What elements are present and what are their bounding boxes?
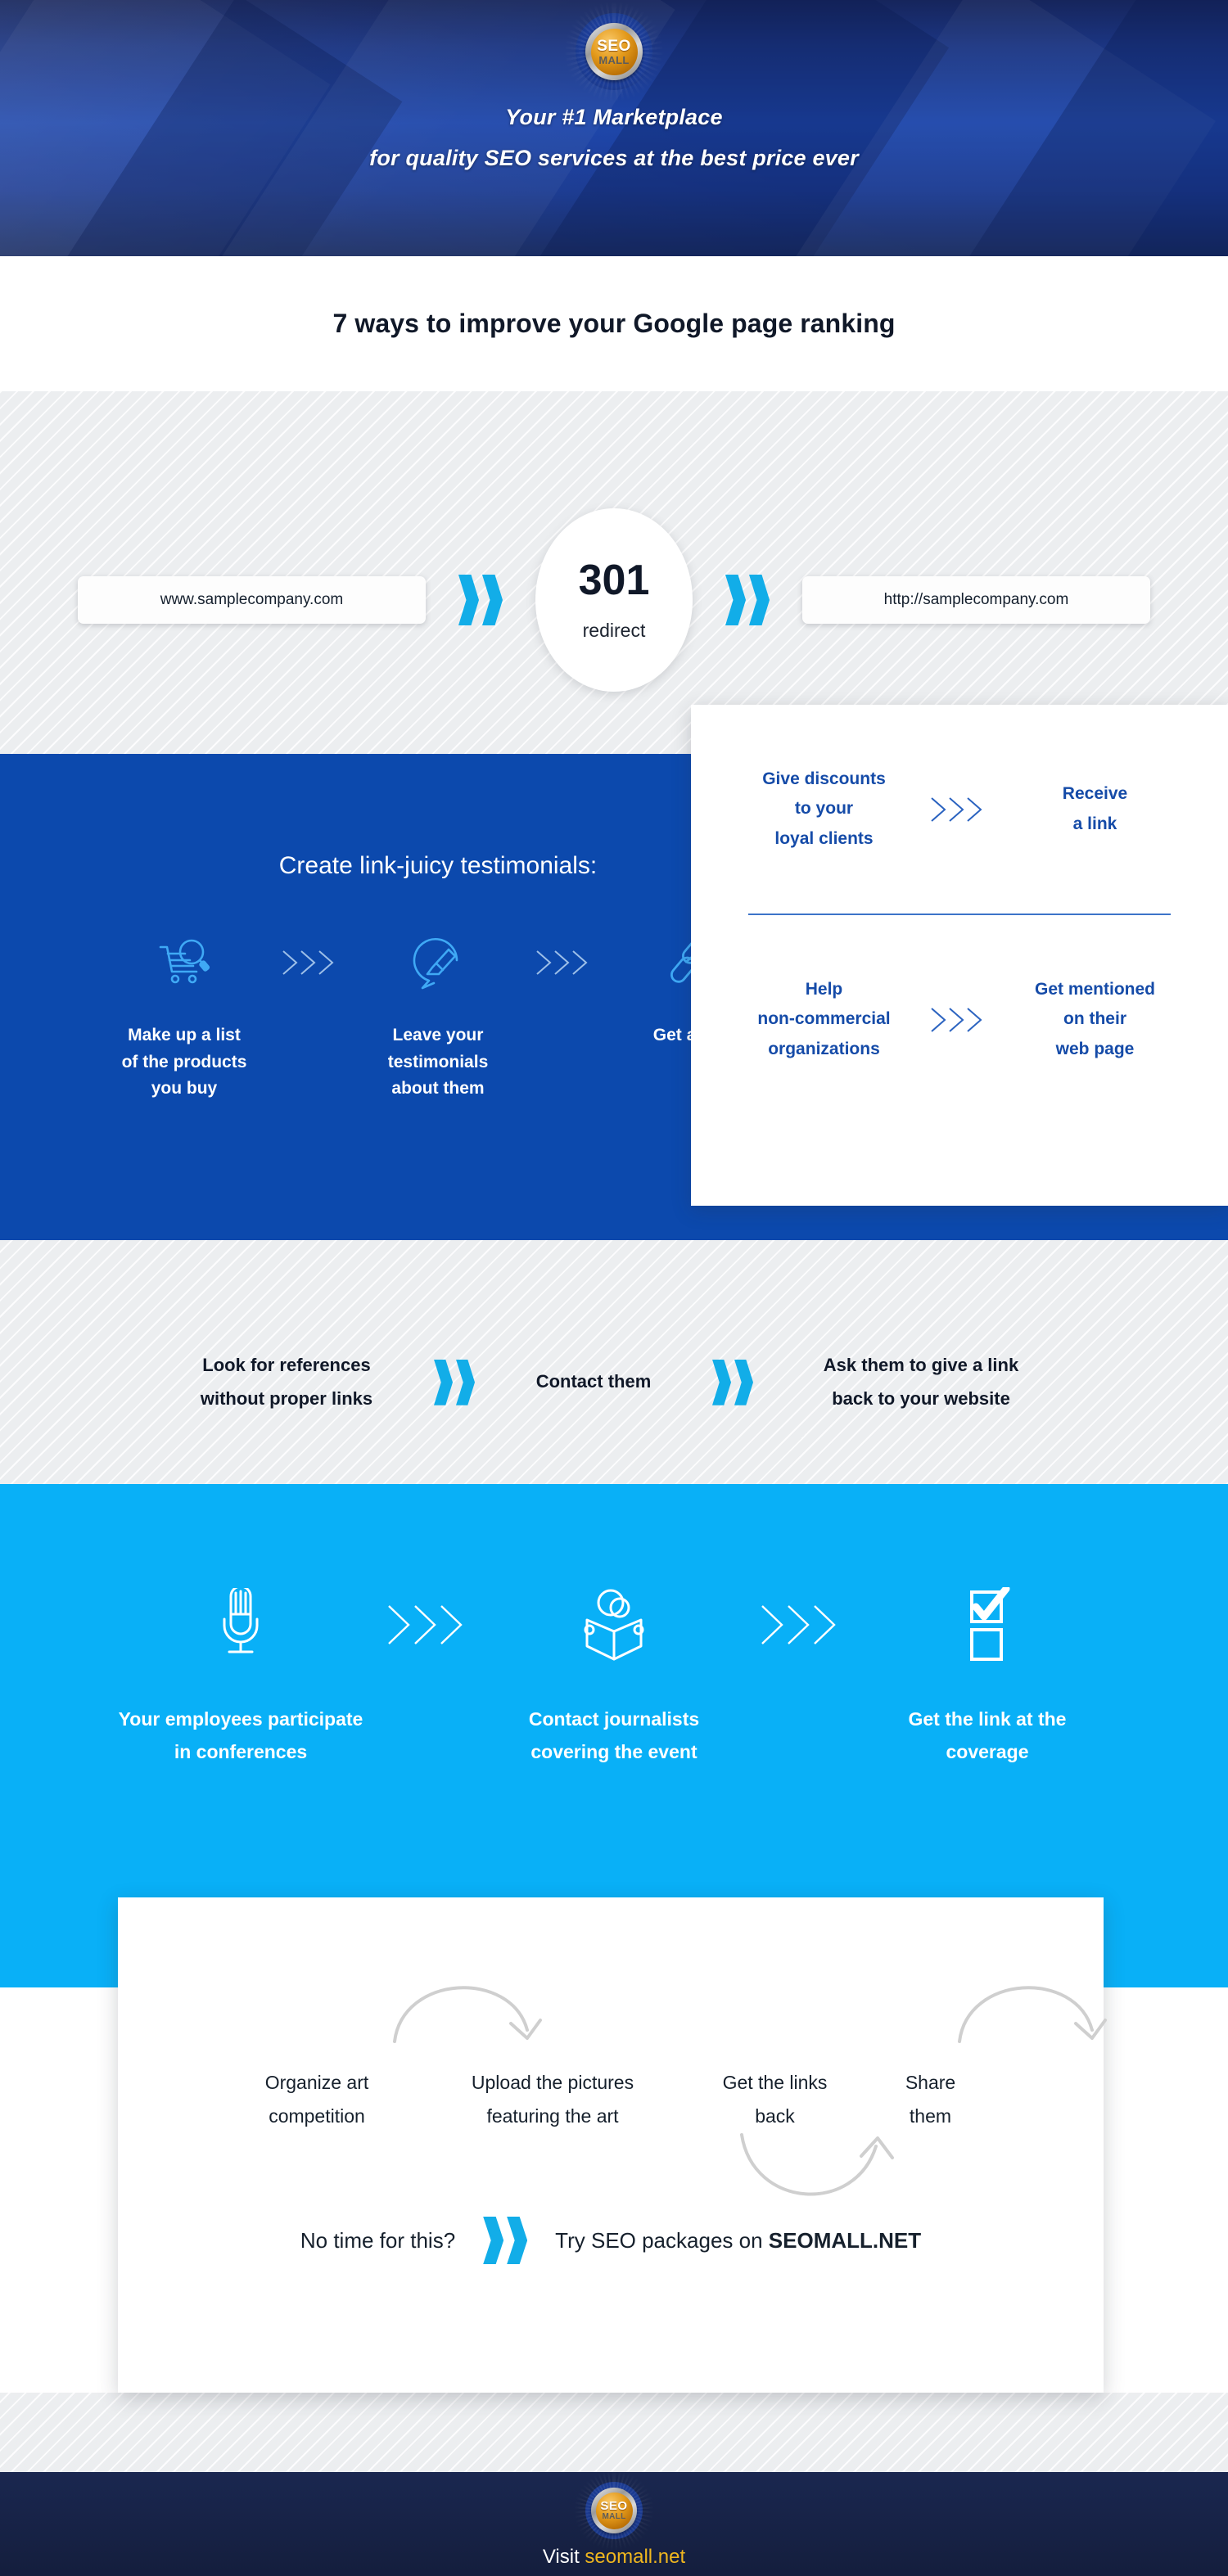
- redirect-flow: www.samplecompany.com 301 redirect http:…: [0, 508, 1228, 692]
- conferences-step-3-label: Get the link at the coverage: [908, 1708, 1067, 1762]
- cart-search-icon: [95, 931, 273, 995]
- references-step-3: Ask them to give a link back to your webs…: [823, 1355, 1019, 1409]
- header-tagline-line2: for quality SEO services at the best pri…: [369, 146, 859, 170]
- discounts-row-1-to: Receive a link: [999, 779, 1191, 838]
- cta-answer-brand: SEOMALL.NET: [768, 2227, 922, 2253]
- redirect-code-badge: 301 redirect: [535, 508, 693, 692]
- art-step-4: Share them: [905, 2072, 956, 2127]
- chevron-right-icon: [483, 2217, 528, 2264]
- discounts-row-2: Help non-commercial organizations Get ment…: [691, 915, 1228, 1124]
- title-band: 7 ways to improve your Google page ranki…: [0, 256, 1228, 391]
- art-step-2: Upload the pictures featuring the art: [471, 2072, 634, 2127]
- discounts-row-2-to-text: Get mentioned on their web page: [1034, 980, 1155, 1058]
- redirect-section: www.samplecompany.com 301 redirect http:…: [0, 391, 1228, 754]
- art-competition-columns: Organize art competition Upload the pictu…: [118, 1961, 1104, 2134]
- redirect-code-label: redirect: [582, 619, 646, 641]
- chevron-triple-icon: [756, 1584, 846, 1666]
- logo-mall-text: MALL: [598, 53, 630, 66]
- bottom-striped-strip: [0, 2393, 1228, 2472]
- footer-logo-disc: SEO MALL: [595, 2492, 633, 2529]
- discounts-row-2-from: Help non-commercial organizations: [728, 975, 920, 1063]
- footer-logo-ring: SEO MALL: [591, 2488, 637, 2533]
- discounts-row-2-from-text: Help non-commercial organizations: [757, 980, 891, 1058]
- chevron-right-icon: [458, 575, 503, 625]
- logo-seo-text: SEO: [597, 37, 631, 55]
- target-url-box: http://samplecompany.com: [802, 576, 1150, 624]
- cta-answer-prefix: Try SEO packages on: [555, 2227, 769, 2253]
- discounts-row-1-from: Give discounts to your loyal clients: [728, 765, 920, 853]
- conferences-steps: Your employees participate in conferences: [0, 1484, 1228, 1768]
- art-step-1: Organize art competition: [264, 2072, 369, 2127]
- testimonials-section: Create link-juicy testimonials: Make up …: [0, 705, 1228, 1240]
- microphone-icon: [114, 1584, 368, 1666]
- footer-visit-prefix: Visit: [542, 2546, 585, 2568]
- art-step-3: Get the links back: [722, 2072, 828, 2127]
- conferences-step-3: Get the link at the coverage: [860, 1584, 1114, 1768]
- checklist-icon: [860, 1584, 1114, 1666]
- chevron-triple-icon: [927, 778, 992, 841]
- discounts-row-1: Give discounts to your loyal clients Recei…: [691, 705, 1228, 914]
- testimonials-step-2: Leave your testimonials about them: [349, 931, 527, 1103]
- conferences-step-1: Your employees participate in conferences: [114, 1584, 368, 1768]
- journalist-reading-icon: [487, 1584, 741, 1666]
- cta-row: No time for this? Try SEO packages on SE…: [118, 2168, 1104, 2264]
- footer-visit-domain: seomall.net: [585, 2546, 686, 2568]
- references-step-1: Look for references without proper links: [200, 1355, 373, 1409]
- chevron-triple-icon: [382, 1584, 472, 1666]
- cta-question: No time for this?: [300, 2227, 456, 2253]
- discounts-card: Give discounts to your loyal clients Recei…: [691, 705, 1228, 1206]
- source-url-box: www.samplecompany.com: [78, 576, 426, 624]
- chevron-triple-icon: [927, 988, 992, 1052]
- references-section: Look for references without proper links …: [0, 1240, 1228, 1484]
- footer-logo-seo-text: SEO: [600, 2499, 628, 2513]
- conferences-step-1-label: Your employees participate in conferences: [118, 1708, 363, 1762]
- conferences-step-2-label: Contact journalists covering the event: [528, 1708, 700, 1762]
- references-flow: Look for references without proper links …: [0, 1349, 1228, 1415]
- footer-logo-mall-text: MALL: [602, 2512, 626, 2521]
- footer-seomall-logo[interactable]: SEO MALL: [574, 2470, 654, 2551]
- testimonials-step-1-label: Make up a list of the products you buy: [121, 1026, 247, 1099]
- discounts-row-1-from-text: Give discounts to your loyal clients: [762, 769, 886, 848]
- header-banner: SEO MALL Your #1 Marketplace for quality…: [0, 0, 1228, 256]
- header-tagline-line1: Your #1 Marketplace: [505, 105, 723, 129]
- card-divider: [748, 914, 1171, 915]
- art-competition-card: Organize art competition Upload the pictu…: [118, 1897, 1107, 2393]
- footer: SEO MALL Visit seomall.net: [0, 2470, 1228, 2576]
- cta-answer[interactable]: Try SEO packages on SEOMALL.NET: [555, 2228, 921, 2253]
- references-step-2: Contact them: [535, 1371, 652, 1392]
- chevron-right-icon: [434, 1359, 475, 1405]
- chevron-right-icon: [712, 1359, 753, 1405]
- infographic-page: SEO MALL Your #1 Marketplace for quality…: [0, 0, 1228, 2576]
- testimonials-step-2-label: Leave your testimonials about them: [387, 1026, 489, 1099]
- chevron-triple-icon: [278, 931, 344, 995]
- chevron-triple-icon: [532, 931, 598, 995]
- art-competition-flow: Organize art competition Upload the pictu…: [118, 1897, 1107, 2196]
- page-title: 7 ways to improve your Google page ranki…: [332, 309, 896, 338]
- speech-pencil-icon: [349, 931, 527, 995]
- chevron-right-icon: [725, 575, 770, 625]
- testimonials-step-1: Make up a list of the products you buy: [95, 931, 273, 1103]
- redirect-code: 301: [578, 556, 650, 604]
- discounts-row-1-to-text: Receive a link: [1062, 784, 1128, 833]
- discounts-row-2-to: Get mentioned on their web page: [999, 975, 1191, 1063]
- conferences-step-2: Contact journalists covering the event: [487, 1584, 741, 1768]
- seomall-logo[interactable]: SEO MALL: [564, 2, 664, 102]
- logo-disc: SEO MALL: [590, 28, 638, 75]
- logo-ring: SEO MALL: [585, 23, 643, 80]
